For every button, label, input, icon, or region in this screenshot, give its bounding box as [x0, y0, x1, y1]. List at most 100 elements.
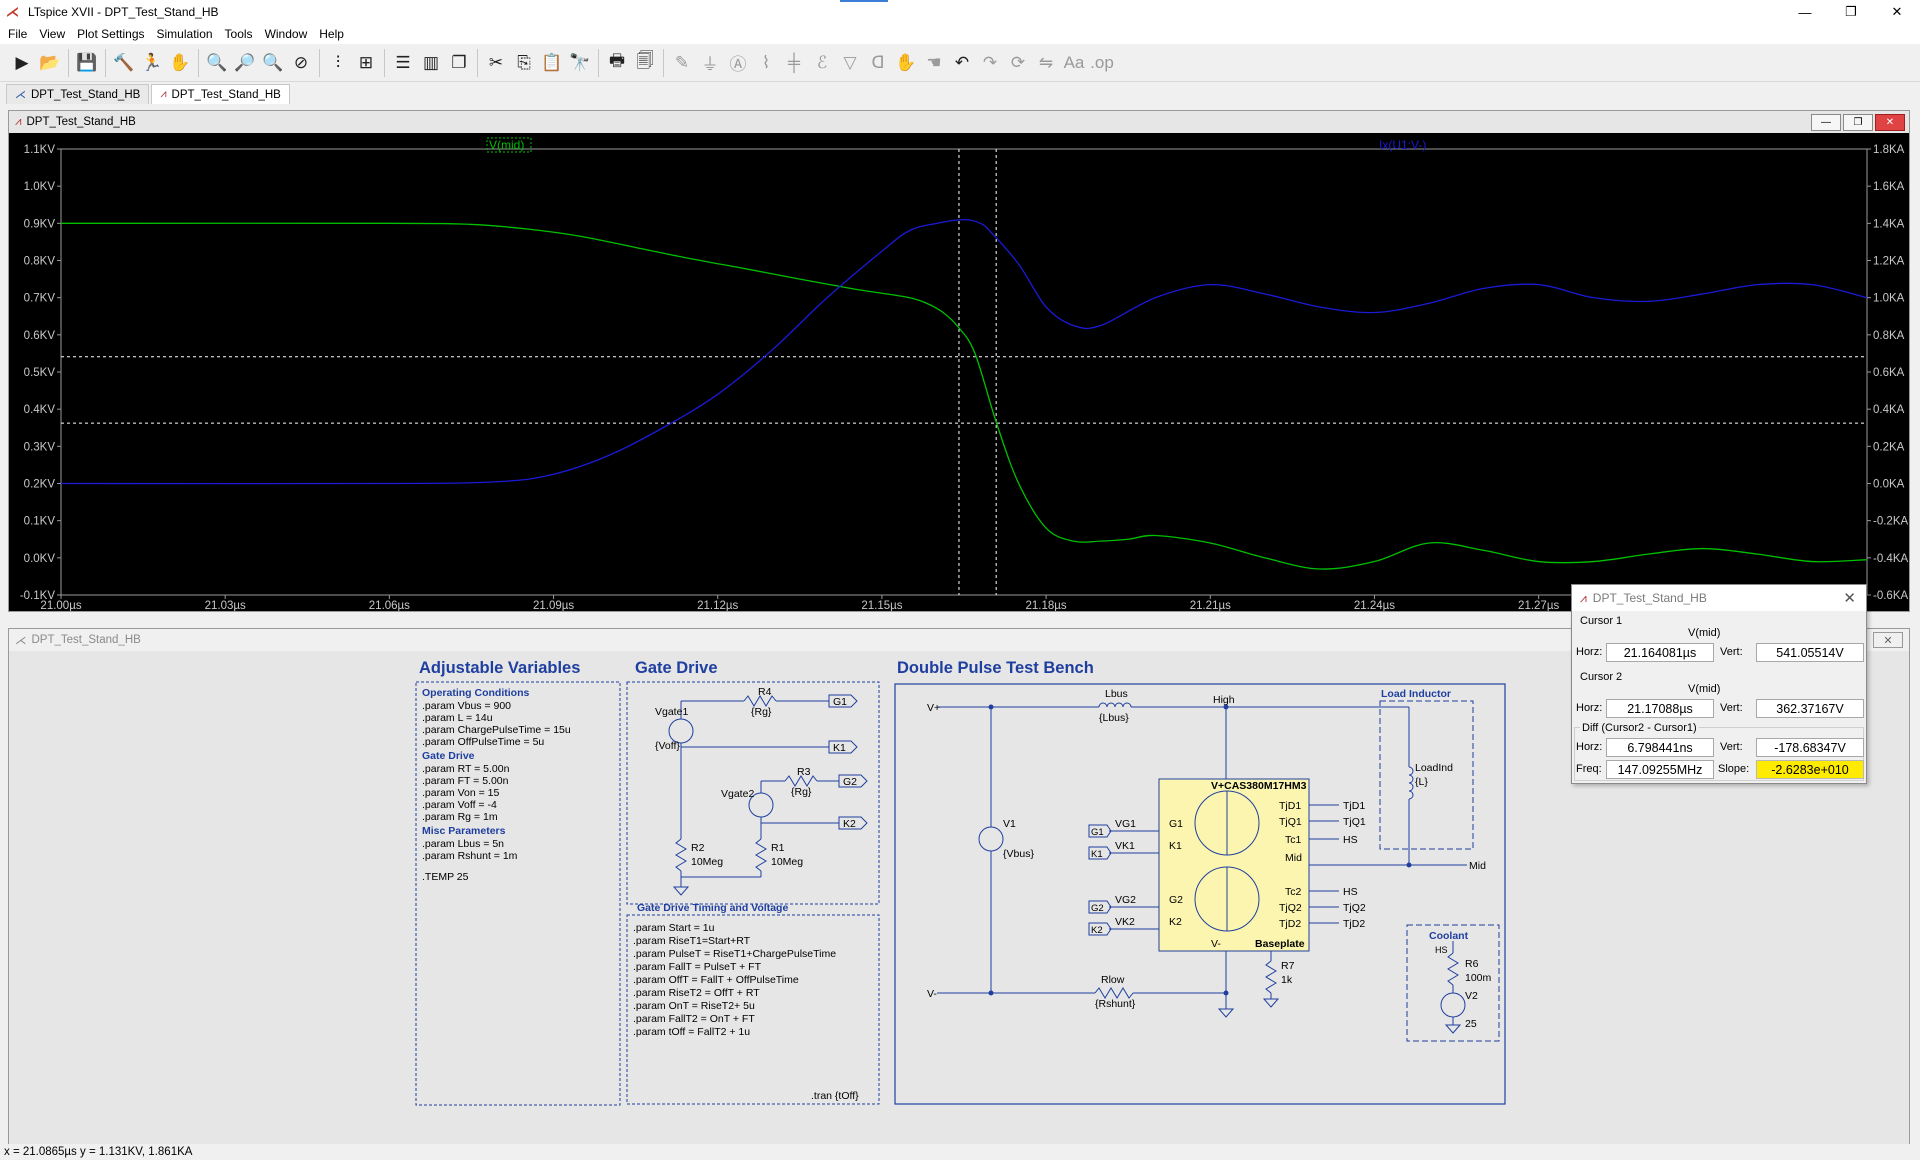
- redo-icon[interactable]: ↷: [976, 49, 1004, 77]
- v2-label[interactable]: V2: [1465, 990, 1478, 1002]
- r7-value[interactable]: 1k: [1281, 974, 1293, 986]
- cursor2-horz-field[interactable]: 21.17088µs: [1606, 699, 1714, 718]
- copy-icon[interactable]: ⎘: [510, 49, 538, 77]
- param-riset2[interactable]: .param RiseT2 = OffT + RT: [633, 987, 760, 999]
- mirror-icon[interactable]: ⇋: [1032, 49, 1060, 77]
- label-net-icon[interactable]: Ⓐ: [724, 49, 752, 77]
- param-offt[interactable]: .param OffT = FallT + OffPulseTime: [633, 974, 799, 986]
- rlow-value[interactable]: {Rshunt}: [1095, 998, 1136, 1010]
- lbus-label[interactable]: Lbus: [1105, 688, 1128, 700]
- close-button[interactable]: ✕: [1874, 0, 1920, 24]
- menu-simulation[interactable]: Simulation: [157, 27, 213, 41]
- mdi-restore-button[interactable]: ❐: [1843, 114, 1873, 131]
- r7-label[interactable]: R7: [1281, 960, 1295, 972]
- loadind-value[interactable]: {L}: [1415, 776, 1428, 788]
- param-toff[interactable]: .param tOff = FallT2 + 1u: [633, 1026, 750, 1038]
- cursor1-vert-field[interactable]: 541.05514V: [1756, 643, 1864, 662]
- diode-icon[interactable]: ▽: [836, 49, 864, 77]
- cursor2-vert-field[interactable]: 362.37167V: [1756, 699, 1864, 718]
- cursor-dialog-close-icon[interactable]: ✕: [1843, 589, 1856, 607]
- param-pulset[interactable]: .param PulseT = RiseT1+ChargePulseTime: [633, 948, 836, 960]
- cursor1-horz-field[interactable]: 21.164081µs: [1606, 643, 1714, 662]
- find-icon[interactable]: 🔭: [566, 49, 594, 77]
- inductor-icon[interactable]: ℰ: [808, 49, 836, 77]
- paste-icon[interactable]: 📋: [538, 49, 566, 77]
- tab-schematic[interactable]: ⋌ DPT_Test_Stand_HB: [6, 84, 150, 104]
- tran-directive[interactable]: .tran {tOff}: [811, 1090, 859, 1102]
- menu-window[interactable]: Window: [265, 27, 308, 41]
- param-von[interactable]: .param Von = 15: [422, 787, 500, 799]
- param-ft[interactable]: .param FT = 5.00n: [422, 775, 509, 787]
- diff-horz-field[interactable]: 6.798441ns: [1606, 738, 1714, 757]
- zoom-pan-icon[interactable]: 🔎: [231, 49, 259, 77]
- undo-icon[interactable]: ↶: [948, 49, 976, 77]
- param-lbus[interactable]: .param Lbus = 5n: [422, 838, 504, 850]
- save-icon[interactable]: 💾: [73, 49, 101, 77]
- text-icon[interactable]: Aa: [1060, 49, 1088, 77]
- param-rt[interactable]: .param RT = 5.00n: [422, 763, 510, 775]
- cut-icon[interactable]: ✂: [482, 49, 510, 77]
- open-icon[interactable]: 📂: [36, 49, 64, 77]
- param-start[interactable]: .param Start = 1u: [633, 922, 715, 934]
- r2-value[interactable]: 10Meg: [691, 856, 723, 868]
- r6-value[interactable]: 100m: [1465, 972, 1492, 984]
- loadind-label[interactable]: LoadInd: [1415, 762, 1453, 774]
- maximize-button[interactable]: ❐: [1828, 0, 1874, 24]
- cascade-icon[interactable]: ❐: [445, 49, 473, 77]
- r3-label[interactable]: R3: [797, 766, 811, 778]
- mark-data-icon[interactable]: ⊞: [352, 49, 380, 77]
- waveform-plot[interactable]: 1.1KV 1.0KV 0.9KV 0.8KV 0.7KV 0.6KV 0.5KV 0.4KV…: [9, 133, 1909, 611]
- r2-label[interactable]: R2: [691, 842, 705, 854]
- autorange-y-icon[interactable]: ⫶: [324, 49, 352, 77]
- freq-field[interactable]: 147.09255MHz: [1606, 760, 1714, 779]
- param-off-pulse[interactable]: .param OffPulseTime = 5u: [422, 736, 544, 748]
- menu-plot-settings[interactable]: Plot Settings: [77, 27, 144, 41]
- trace2-label[interactable]: Ix(U1:V-): [1379, 138, 1426, 152]
- menu-help[interactable]: Help: [319, 27, 344, 41]
- r4-value[interactable]: {Rg}: [751, 706, 772, 718]
- temp-directive[interactable]: .TEMP 25: [422, 871, 469, 883]
- run-icon[interactable]: 🏃: [138, 49, 166, 77]
- print-preview-icon[interactable]: 🗐: [631, 49, 659, 77]
- v1-label[interactable]: V1: [1003, 818, 1016, 830]
- drag-icon[interactable]: ☚: [920, 49, 948, 77]
- menu-tools[interactable]: Tools: [225, 27, 253, 41]
- menu-file[interactable]: File: [8, 27, 27, 41]
- resistor-icon[interactable]: ⌇: [752, 49, 780, 77]
- schematic-close-button[interactable]: ✕: [1873, 632, 1903, 648]
- param-charge-pulse[interactable]: .param ChargePulseTime = 15u: [422, 724, 571, 736]
- lbus-value[interactable]: {Lbus}: [1099, 712, 1129, 724]
- move-icon[interactable]: ✋: [892, 49, 920, 77]
- zoom-fit-icon[interactable]: ⊘: [287, 49, 315, 77]
- capacitor-icon[interactable]: ╪: [780, 49, 808, 77]
- r4-label[interactable]: R4: [758, 686, 772, 698]
- param-l[interactable]: .param L = 14u: [422, 712, 493, 724]
- tab-waveform[interactable]: ⩘ DPT_Test_Stand_HB: [151, 84, 290, 104]
- ground-icon[interactable]: ⏚: [696, 49, 724, 77]
- rotate-icon[interactable]: ⟳: [1004, 49, 1032, 77]
- param-ont[interactable]: .param OnT = RiseT2+ 5u: [633, 1000, 755, 1012]
- trace1-label[interactable]: V(mid): [489, 138, 524, 152]
- tile-horizontal-icon[interactable]: ☰: [389, 49, 417, 77]
- spice-directive-icon[interactable]: .op: [1088, 49, 1116, 77]
- param-vbus[interactable]: .param Vbus = 900: [422, 700, 511, 712]
- vgate2-label[interactable]: Vgate2: [721, 788, 754, 800]
- wire-icon[interactable]: ✎: [668, 49, 696, 77]
- param-voff[interactable]: .param Voff = -4: [422, 799, 497, 811]
- halt-icon[interactable]: ✋: [166, 49, 194, 77]
- mdi-minimize-button[interactable]: —: [1811, 114, 1841, 131]
- r1-label[interactable]: R1: [771, 842, 785, 854]
- v1-value[interactable]: {Vbus}: [1003, 848, 1034, 860]
- print-icon[interactable]: 🖶: [603, 49, 631, 77]
- r1-value[interactable]: 10Meg: [771, 856, 803, 868]
- param-fallt[interactable]: .param FallT = PulseT + FT: [633, 961, 762, 973]
- zoom-in-icon[interactable]: 🔍: [203, 49, 231, 77]
- minimize-button[interactable]: —: [1782, 0, 1828, 24]
- param-riset1[interactable]: .param RiseT1=Start+RT: [633, 935, 751, 947]
- r6-label[interactable]: R6: [1465, 958, 1479, 970]
- menu-view[interactable]: View: [39, 27, 65, 41]
- rlow-label[interactable]: Rlow: [1101, 974, 1125, 986]
- param-rshunt[interactable]: .param Rshunt = 1m: [422, 850, 518, 862]
- r3-value[interactable]: {Rg}: [791, 786, 812, 798]
- control-panel-icon[interactable]: 🔨: [110, 49, 138, 77]
